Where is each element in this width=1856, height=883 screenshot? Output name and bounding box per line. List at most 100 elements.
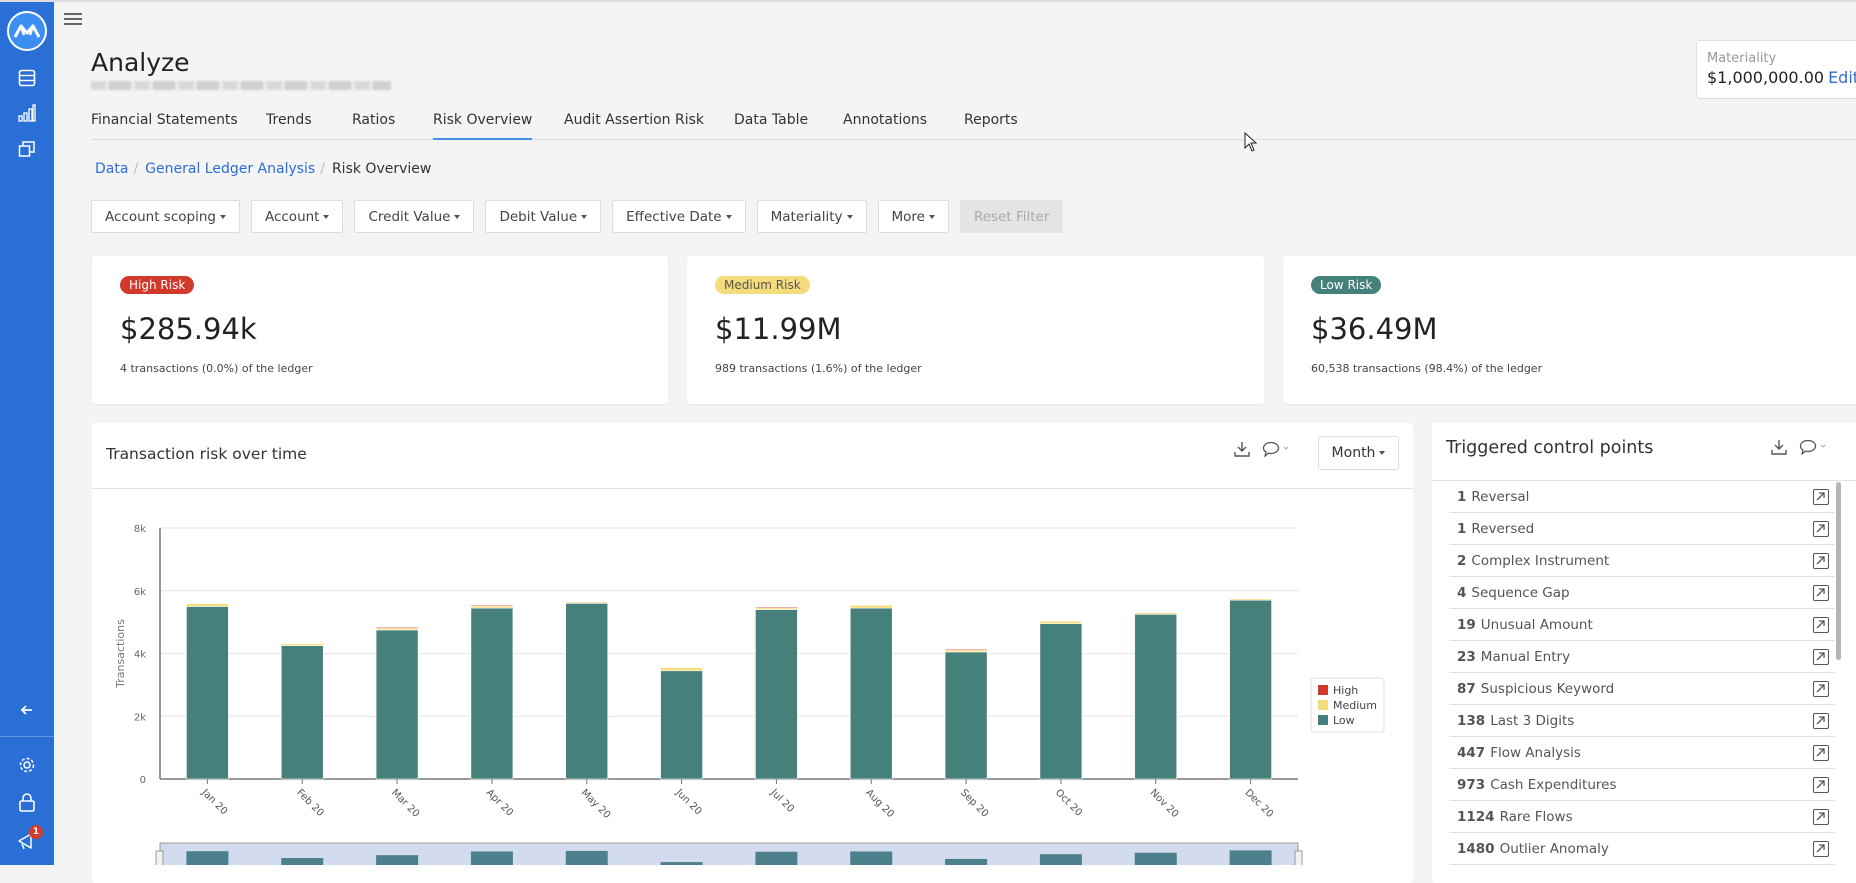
logo-icon[interactable]: [7, 11, 47, 51]
control-point-row[interactable]: 138 Last 3 Digits: [1450, 705, 1835, 737]
control-point-row[interactable]: 1 Reversed: [1450, 513, 1835, 545]
tab-risk-overview[interactable]: Risk Overview: [433, 112, 533, 140]
materiality-edit-link[interactable]: Edit: [1828, 68, 1856, 87]
external-link-icon[interactable]: [1813, 840, 1829, 857]
period-select[interactable]: Month: [1318, 436, 1399, 470]
bar-low: [944, 651, 988, 780]
low-risk-card[interactable]: Low Risk $36.49M 60,538 transactions (98…: [1283, 256, 1856, 404]
x-tick-label: Jul 20: [768, 787, 796, 815]
caret-down-icon: [928, 214, 935, 219]
bar-medium: [1229, 598, 1272, 601]
control-point-row[interactable]: 23 Manual Entry: [1450, 641, 1835, 673]
control-point-text: 973 Cash Expenditures: [1457, 777, 1616, 793]
download-icon[interactable]: [1233, 440, 1251, 458]
control-point-count: 1480: [1457, 840, 1495, 857]
reset-filter-button[interactable]: Reset Filter: [959, 200, 1064, 233]
control-point-row[interactable]: 87 Suspicious Keyword: [1450, 673, 1835, 705]
control-point-row[interactable]: 1480 Outlier Anomaly: [1450, 833, 1835, 865]
external-link-icon[interactable]: [1813, 680, 1829, 697]
control-point-label: Manual Entry: [1480, 648, 1571, 665]
control-point-label: Rare Flows: [1499, 808, 1573, 825]
external-link-icon[interactable]: [1813, 488, 1829, 505]
y-tick-label: 4k: [134, 650, 146, 661]
tab-annotations[interactable]: Annotations: [843, 112, 927, 140]
materiality-value: $1,000,000.00: [1707, 68, 1825, 87]
filter-bar: Account scoping Account Credit Value Deb…: [91, 200, 1064, 234]
comment-icon[interactable]: [1262, 441, 1290, 457]
gear-icon[interactable]: [14, 752, 40, 778]
navigator-bar: [755, 851, 798, 865]
control-point-row[interactable]: 2 Complex Instrument: [1450, 545, 1835, 577]
control-point-label: Reversal: [1471, 488, 1530, 505]
medium-risk-description: 989 transactions (1.6%) of the ledger: [715, 362, 922, 375]
comment-icon[interactable]: [1799, 439, 1827, 455]
filter-account-scoping[interactable]: Account scoping: [91, 200, 240, 233]
breadcrumb-general-ledger-analysis[interactable]: General Ledger Analysis: [145, 161, 315, 177]
navigator-bar: [945, 858, 988, 865]
external-link-icon[interactable]: [1813, 712, 1829, 729]
legend-swatch-medium: [1318, 700, 1328, 710]
high-risk-card[interactable]: High Risk $285.94k 4 transactions (0.0%)…: [92, 256, 668, 404]
control-point-text: 138 Last 3 Digits: [1457, 713, 1574, 729]
legend-swatch-low: [1318, 715, 1328, 725]
bar-medium: [280, 643, 324, 646]
control-points-list: 1 Reversal 1 Reversed 2 Complex Instrument 4 Se…: [1450, 481, 1835, 865]
notification-badge: 1: [29, 825, 43, 839]
tab-reports[interactable]: Reports: [964, 112, 1018, 140]
control-point-text: 1 Reversed: [1457, 521, 1534, 537]
external-link-icon[interactable]: [1813, 744, 1829, 761]
tab-ratios[interactable]: Ratios: [352, 112, 395, 140]
external-link-icon[interactable]: [1813, 808, 1829, 825]
caret-down-icon: [1379, 451, 1386, 455]
medium-risk-card[interactable]: Medium Risk $11.99M 989 transactions (1.…: [687, 256, 1264, 404]
filter-account[interactable]: Account: [250, 200, 344, 233]
y-tick-label: 6k: [134, 587, 146, 598]
tab-trends[interactable]: Trends: [266, 112, 312, 140]
filter-more[interactable]: More: [877, 200, 949, 233]
control-point-row[interactable]: 447 Flow Analysis: [1450, 737, 1835, 769]
megaphone-icon[interactable]: 1: [14, 825, 43, 854]
external-link-icon[interactable]: [1813, 648, 1829, 665]
sidebar-divider: [0, 736, 54, 737]
control-point-text: 1124 Rare Flows: [1457, 809, 1573, 825]
materiality-box: Materiality $1,000,000.00 Edit: [1696, 40, 1856, 99]
bar-low: [280, 645, 324, 780]
windows-icon[interactable]: [14, 136, 40, 162]
external-link-icon[interactable]: [1813, 776, 1829, 793]
tab-data-table[interactable]: Data Table: [734, 112, 808, 140]
control-point-row[interactable]: 4 Sequence Gap: [1450, 577, 1835, 609]
navigator-bar: [470, 851, 513, 865]
database-icon[interactable]: [14, 65, 40, 91]
external-link-icon[interactable]: [1813, 584, 1829, 601]
external-link-icon[interactable]: [1813, 552, 1829, 569]
navigator-range: [159, 842, 1299, 865]
control-point-row[interactable]: 973 Cash Expenditures: [1450, 769, 1835, 801]
control-points-scrollbar[interactable]: [1836, 482, 1841, 660]
control-point-label: Flow Analysis: [1490, 744, 1581, 761]
external-link-icon[interactable]: [1813, 616, 1829, 633]
top-border: [0, 0, 1856, 2]
control-point-text: 2 Complex Instrument: [1457, 553, 1609, 569]
filter-materiality[interactable]: Materiality: [756, 200, 867, 233]
lock-icon[interactable]: [14, 789, 40, 815]
filter-effective-date[interactable]: Effective Date: [612, 200, 746, 233]
filter-debit-value[interactable]: Debit Value: [485, 200, 602, 233]
breadcrumb-data[interactable]: Data: [95, 161, 128, 177]
control-point-count: 973: [1457, 776, 1486, 793]
bar-medium: [565, 601, 609, 604]
control-point-row[interactable]: 1 Reversal: [1450, 481, 1835, 513]
filter-credit-value[interactable]: Credit Value: [354, 200, 475, 233]
navigator-bar: [850, 851, 893, 865]
tab-audit-assertion-risk[interactable]: Audit Assertion Risk: [564, 112, 704, 140]
x-tick-label: Jun 20: [673, 787, 704, 818]
bar-low: [849, 607, 893, 780]
control-point-row[interactable]: 1124 Rare Flows: [1450, 801, 1835, 833]
bar-medium: [849, 604, 893, 609]
bar-chart-icon[interactable]: [14, 100, 40, 126]
download-icon[interactable]: [1770, 438, 1788, 456]
menu-toggle-icon[interactable]: [64, 10, 82, 26]
tab-financial-statements[interactable]: Financial Statements: [91, 112, 238, 140]
collapse-arrow-icon[interactable]: [14, 697, 40, 723]
external-link-icon[interactable]: [1813, 520, 1829, 537]
control-point-row[interactable]: 19 Unusual Amount: [1450, 609, 1835, 641]
